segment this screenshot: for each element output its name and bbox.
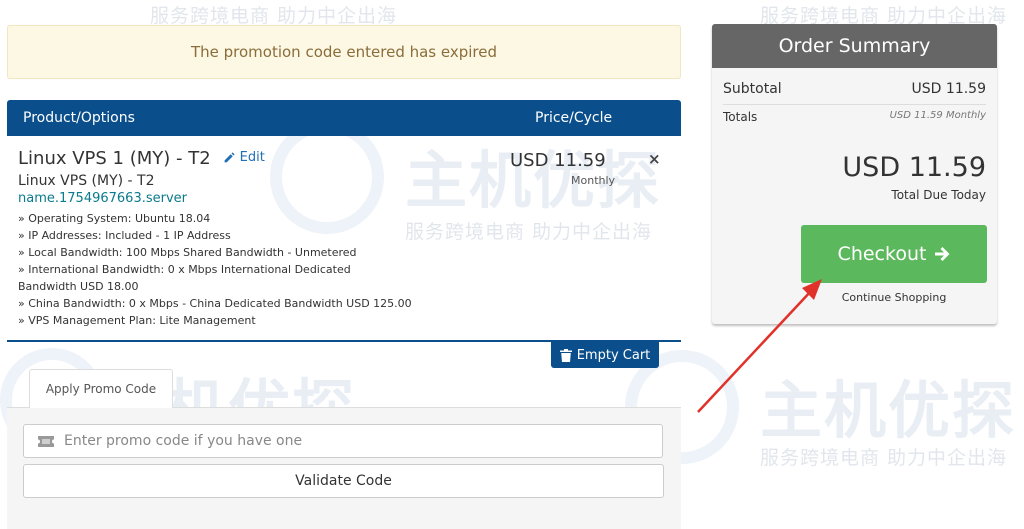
edit-label: Edit [239,150,265,165]
tab-apply-promo-code[interactable]: Apply Promo Code [29,369,173,408]
column-header-product: Product/Options [23,110,135,126]
cart-table-header: Product/Options Price/Cycle [7,100,681,136]
item-option: Bandwidth USD 18.00 [18,280,139,293]
item-option: » VPS Management Plan: Lite Management [18,314,256,327]
empty-cart-button[interactable]: Empty Cart [551,342,659,368]
total-due-label: Total Due Today [891,188,986,202]
item-option: » Operating System: Ubuntu 18.04 [18,212,211,225]
promo-expired-alert: The promotion code entered has expired [7,25,681,79]
summary-divider [723,104,986,105]
watermark-text: 服务跨境电商 助力中企出海 [760,447,1008,469]
totals-row: Totals USD 11.59 Monthly [723,110,986,124]
subtotal-row: Subtotal USD 11.59 [723,81,986,97]
item-option: » International Bandwidth: 0 x Mbps Inte… [18,263,351,276]
column-header-price: Price/Cycle [535,110,613,126]
item-options: » Operating System: Ubuntu 18.04 » IP Ad… [18,210,668,329]
validate-code-label: Validate Code [295,473,392,489]
item-price: USD 11.59 [510,150,606,171]
total-due-amount: USD 11.59 [842,152,986,183]
ticket-icon [38,435,54,447]
watermark-brand: 主机优探 [760,374,1017,447]
order-summary-title: Order Summary [712,24,997,68]
item-title: Linux VPS 1 (MY) - T2 [18,148,211,169]
subtotal-value: USD 11.59 [911,81,986,97]
watermark-text: 服务跨境电商 助力中企出海 [150,5,398,27]
promo-code-input[interactable] [62,432,646,450]
trash-icon [559,348,572,362]
item-domain: name.1754967663.server [18,191,187,206]
item-option: » IP Addresses: Included - 1 IP Address [18,229,231,242]
remove-item-close-icon[interactable]: × [648,150,661,168]
totals-label: Totals [723,110,758,124]
continue-shopping-link[interactable]: Continue Shopping [801,291,987,304]
arrow-right-icon [935,247,950,261]
subtotal-label: Subtotal [723,81,782,97]
empty-cart-label: Empty Cart [576,347,651,363]
promo-code-field[interactable] [23,424,663,458]
promo-tab-label: Apply Promo Code [45,382,157,396]
checkout-button[interactable]: Checkout [801,225,987,283]
edit-link[interactable]: Edit [223,150,265,165]
item-option: » Local Bandwidth: 100 Mbps Shared Bandw… [18,246,357,259]
checkout-label: Checkout [837,243,927,265]
totals-value: USD 11.59 Monthly [889,110,986,121]
item-billing-cycle: Monthly [571,174,616,187]
validate-code-button[interactable]: Validate Code [23,464,664,498]
alert-message: The promotion code entered has expired [190,43,498,61]
item-option: » China Bandwidth: 0 x Mbps - China Dedi… [18,297,412,310]
order-summary-panel: Order Summary Subtotal USD 11.59 Totals … [712,24,997,324]
pencil-icon [224,152,235,163]
